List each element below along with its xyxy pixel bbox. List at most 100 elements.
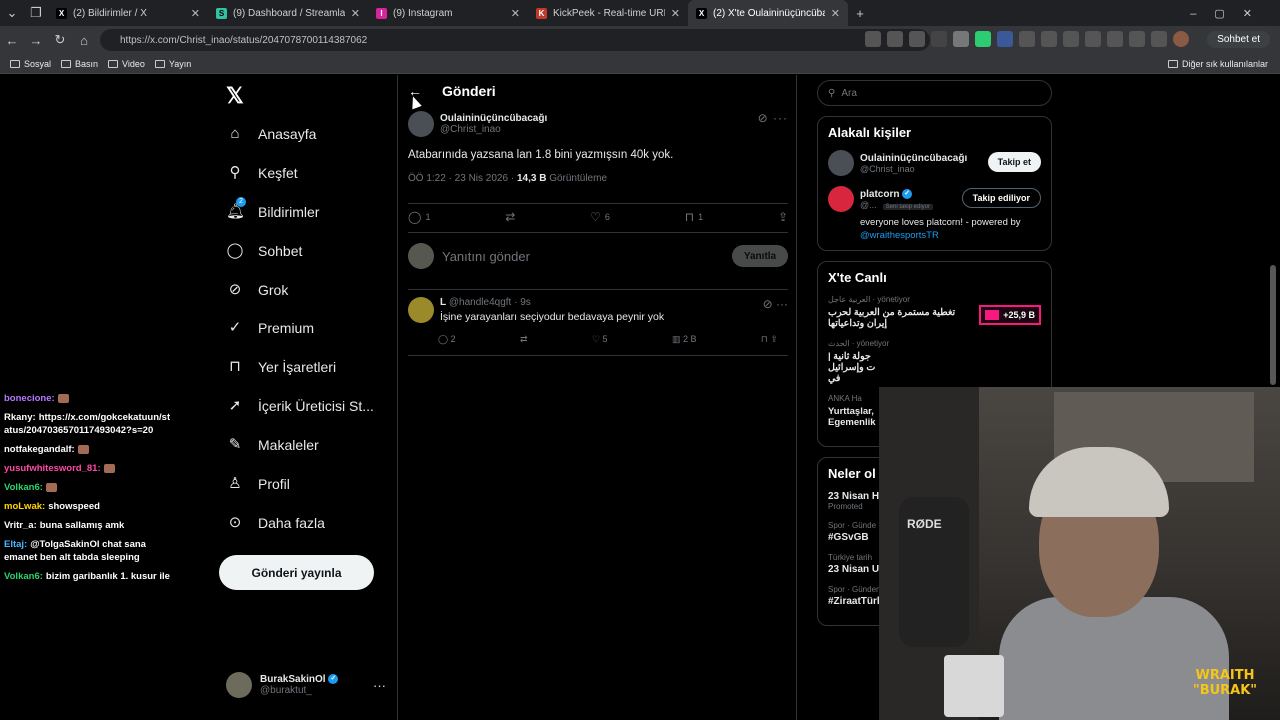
reload-icon[interactable]: ↻ [48,32,72,48]
card-title: Alakalı kişiler [828,125,912,140]
more-icon[interactable]: ··· [773,111,788,125]
bookmark-folder[interactable]: Yayın [154,59,191,69]
nav-item-premium[interactable]: ✓ Premium [226,319,314,337]
new-tab-button[interactable]: + [848,6,872,21]
nav-item-grok[interactable]: ⊘ Grok [226,281,289,299]
bookmark-folder[interactable]: Video [108,59,145,69]
close-icon[interactable]: ✕ [831,7,840,20]
follow-button[interactable]: Takip et [987,152,1041,172]
bookmark-action[interactable]: ⊓ 1 [685,210,703,224]
like-action[interactable]: ♡ 5 [592,334,608,345]
browser-tab[interactable]: X (2) Bildirimler / X ✕ [48,0,208,26]
reply-button[interactable]: Yanıtla [732,245,788,267]
grok-icon[interactable]: ⊘ [763,297,773,311]
browser-tab[interactable]: S (9) Dashboard / Streamlabs ✕ [208,0,368,26]
other-bookmarks[interactable]: Diğer sık kullanılanlar [1167,58,1268,69]
more-icon[interactable] [1151,31,1167,47]
back-icon[interactable]: ← [0,33,24,48]
star-icon[interactable] [909,31,925,47]
collections-icon[interactable] [1107,31,1123,47]
profile-avatar[interactable] [1173,31,1189,47]
repost-action[interactable]: ⇄ [520,334,528,345]
translate-icon[interactable] [887,31,903,47]
account-switcher[interactable]: BurakSakinOl ✓ @buraktut_ ··· [226,672,386,698]
grok-icon[interactable]: ⊘ [758,111,769,125]
scrollbar-thumb[interactable] [1270,265,1276,385]
nav-item-profile[interactable]: ♙ Profil [226,475,290,493]
bookmark-action[interactable]: ⊓ ⇪ [761,334,778,345]
reply-action[interactable]: ◯ 1 [408,210,430,224]
live-badge: +25,9 B [979,305,1041,325]
url-input[interactable]: https://x.com/Christ_inao/status/2047078… [100,29,930,51]
nav-item-articles[interactable]: ✎ Makaleler [226,436,319,454]
home-icon[interactable]: ⌂ [72,33,96,48]
like-action[interactable]: ♡ 6 [590,210,610,224]
nav-item-home[interactable]: ⌂ Anasayfa [226,125,316,143]
forward-icon[interactable]: → [24,33,48,48]
favorites-icon[interactable] [1085,31,1101,47]
reader-icon[interactable] [865,31,881,47]
workspaces-icon[interactable]: ❐ [24,5,48,21]
more-icon[interactable]: ··· [776,297,788,311]
nav-item-creator-studio[interactable]: ➚ İçerik Üreticisi St... [226,397,374,415]
extension-icon[interactable] [997,31,1013,47]
close-icon[interactable]: ✕ [511,7,520,20]
copilot-chat-button[interactable]: Sohbet et [1207,31,1270,48]
nav-item-chat[interactable]: ◯ Sohbet [226,242,303,260]
reply-menu[interactable]: ⊘ ··· [763,297,788,323]
share-action[interactable]: ⇪ [778,210,788,224]
nav-item-more[interactable]: ⊙ Daha fazla [226,514,325,532]
bookmark-label: Basın [75,58,99,69]
extension-icon[interactable] [1019,31,1035,47]
nav-label: Makaleler [258,437,319,453]
person-row[interactable]: platcorn ✓ @... Seni takip ediyor Takip ed… [828,186,1041,212]
nav-item-explore[interactable]: ⚲ Keşfet [226,164,298,182]
bookmark-folder[interactable]: Sosyal [10,59,51,69]
search-input[interactable]: ⚲ Ara [817,80,1052,106]
repost-action[interactable]: ⇄ [505,210,515,224]
divider [408,232,788,233]
bookmark-icon: ⊓ [229,358,241,375]
more-icon[interactable]: ··· [373,678,386,693]
extension-icon[interactable] [975,31,991,47]
nav-label: İçerik Üreticisi St... [258,398,374,414]
close-icon[interactable]: ✕ [191,7,200,20]
tab-menu-icon[interactable]: ⌄ [0,5,24,21]
live-item[interactable]: العربية عاجل · yönetiyor تغطية مستمرة من… [828,295,1041,329]
reply-action[interactable]: ◯ 2 [438,334,456,345]
live-item[interactable]: الحدث · yönetiyor جولة ثانية | ت وإسرائي… [828,339,1041,384]
downloads-icon[interactable] [1129,31,1145,47]
views-action[interactable]: ▥ 2 B [672,334,697,345]
close-icon[interactable]: ✕ [351,7,360,20]
bio-link[interactable]: @wraithesportsTR [860,230,939,241]
extension-icon[interactable] [931,31,947,47]
person-row[interactable]: Oulaininüçüncübacağı @Christ_inao Takip e… [828,150,1041,176]
bell-icon: 🔔︎ 2 [226,197,246,220]
nav-item-bookmarks[interactable]: ⊓ Yer İşaretleri [226,358,336,376]
browser-tab[interactable]: I (9) Instagram ✕ [368,0,528,26]
avatar [408,111,434,137]
like-count: 6 [604,212,610,222]
following-button[interactable]: Takip ediliyor [961,188,1041,208]
browser-tab[interactable]: K KickPeek - Real-time URL Crawler ✕ [528,0,688,26]
x-icon: X [696,7,707,19]
reply-tweet[interactable]: L @handle4qgft · 9s İşine yarayanları se… [408,297,788,323]
window-controls[interactable]: –▢✕ [1190,7,1270,20]
bookmark-folder[interactable]: Basın [61,59,98,69]
browser-tab-active[interactable]: X (2) X'te Oulaininüçüncübacağı: "@ ✕ [688,0,848,26]
close-icon[interactable]: ✕ [671,7,680,20]
bookmark-label: Diğer sık kullanılanlar [1181,58,1268,69]
relevant-people-card: Alakalı kişiler Oulaininüçüncübacağı @Chr… [817,116,1052,251]
tweet-author[interactable]: Oulaininüçüncübacağı @Christ_inao [408,111,788,137]
tweet-menu[interactable]: ⊘ ··· [758,111,788,125]
extension-icon[interactable] [1041,31,1057,47]
split-view-icon[interactable] [1063,31,1079,47]
x-logo-icon[interactable]: 𝕏 [226,83,244,109]
share-icon: ⇪ [777,210,788,224]
reply-input[interactable]: Yanıtını gönder [442,249,724,264]
post-button[interactable]: Gönderi yayınla [219,555,374,590]
nav-item-notifications[interactable]: 🔔︎ 2 Bildirimler [226,197,319,221]
nav-label: Sohbet [258,243,303,259]
extension-icon[interactable] [953,31,969,47]
person-name: Oulaininüçüncübacağı [860,152,968,164]
